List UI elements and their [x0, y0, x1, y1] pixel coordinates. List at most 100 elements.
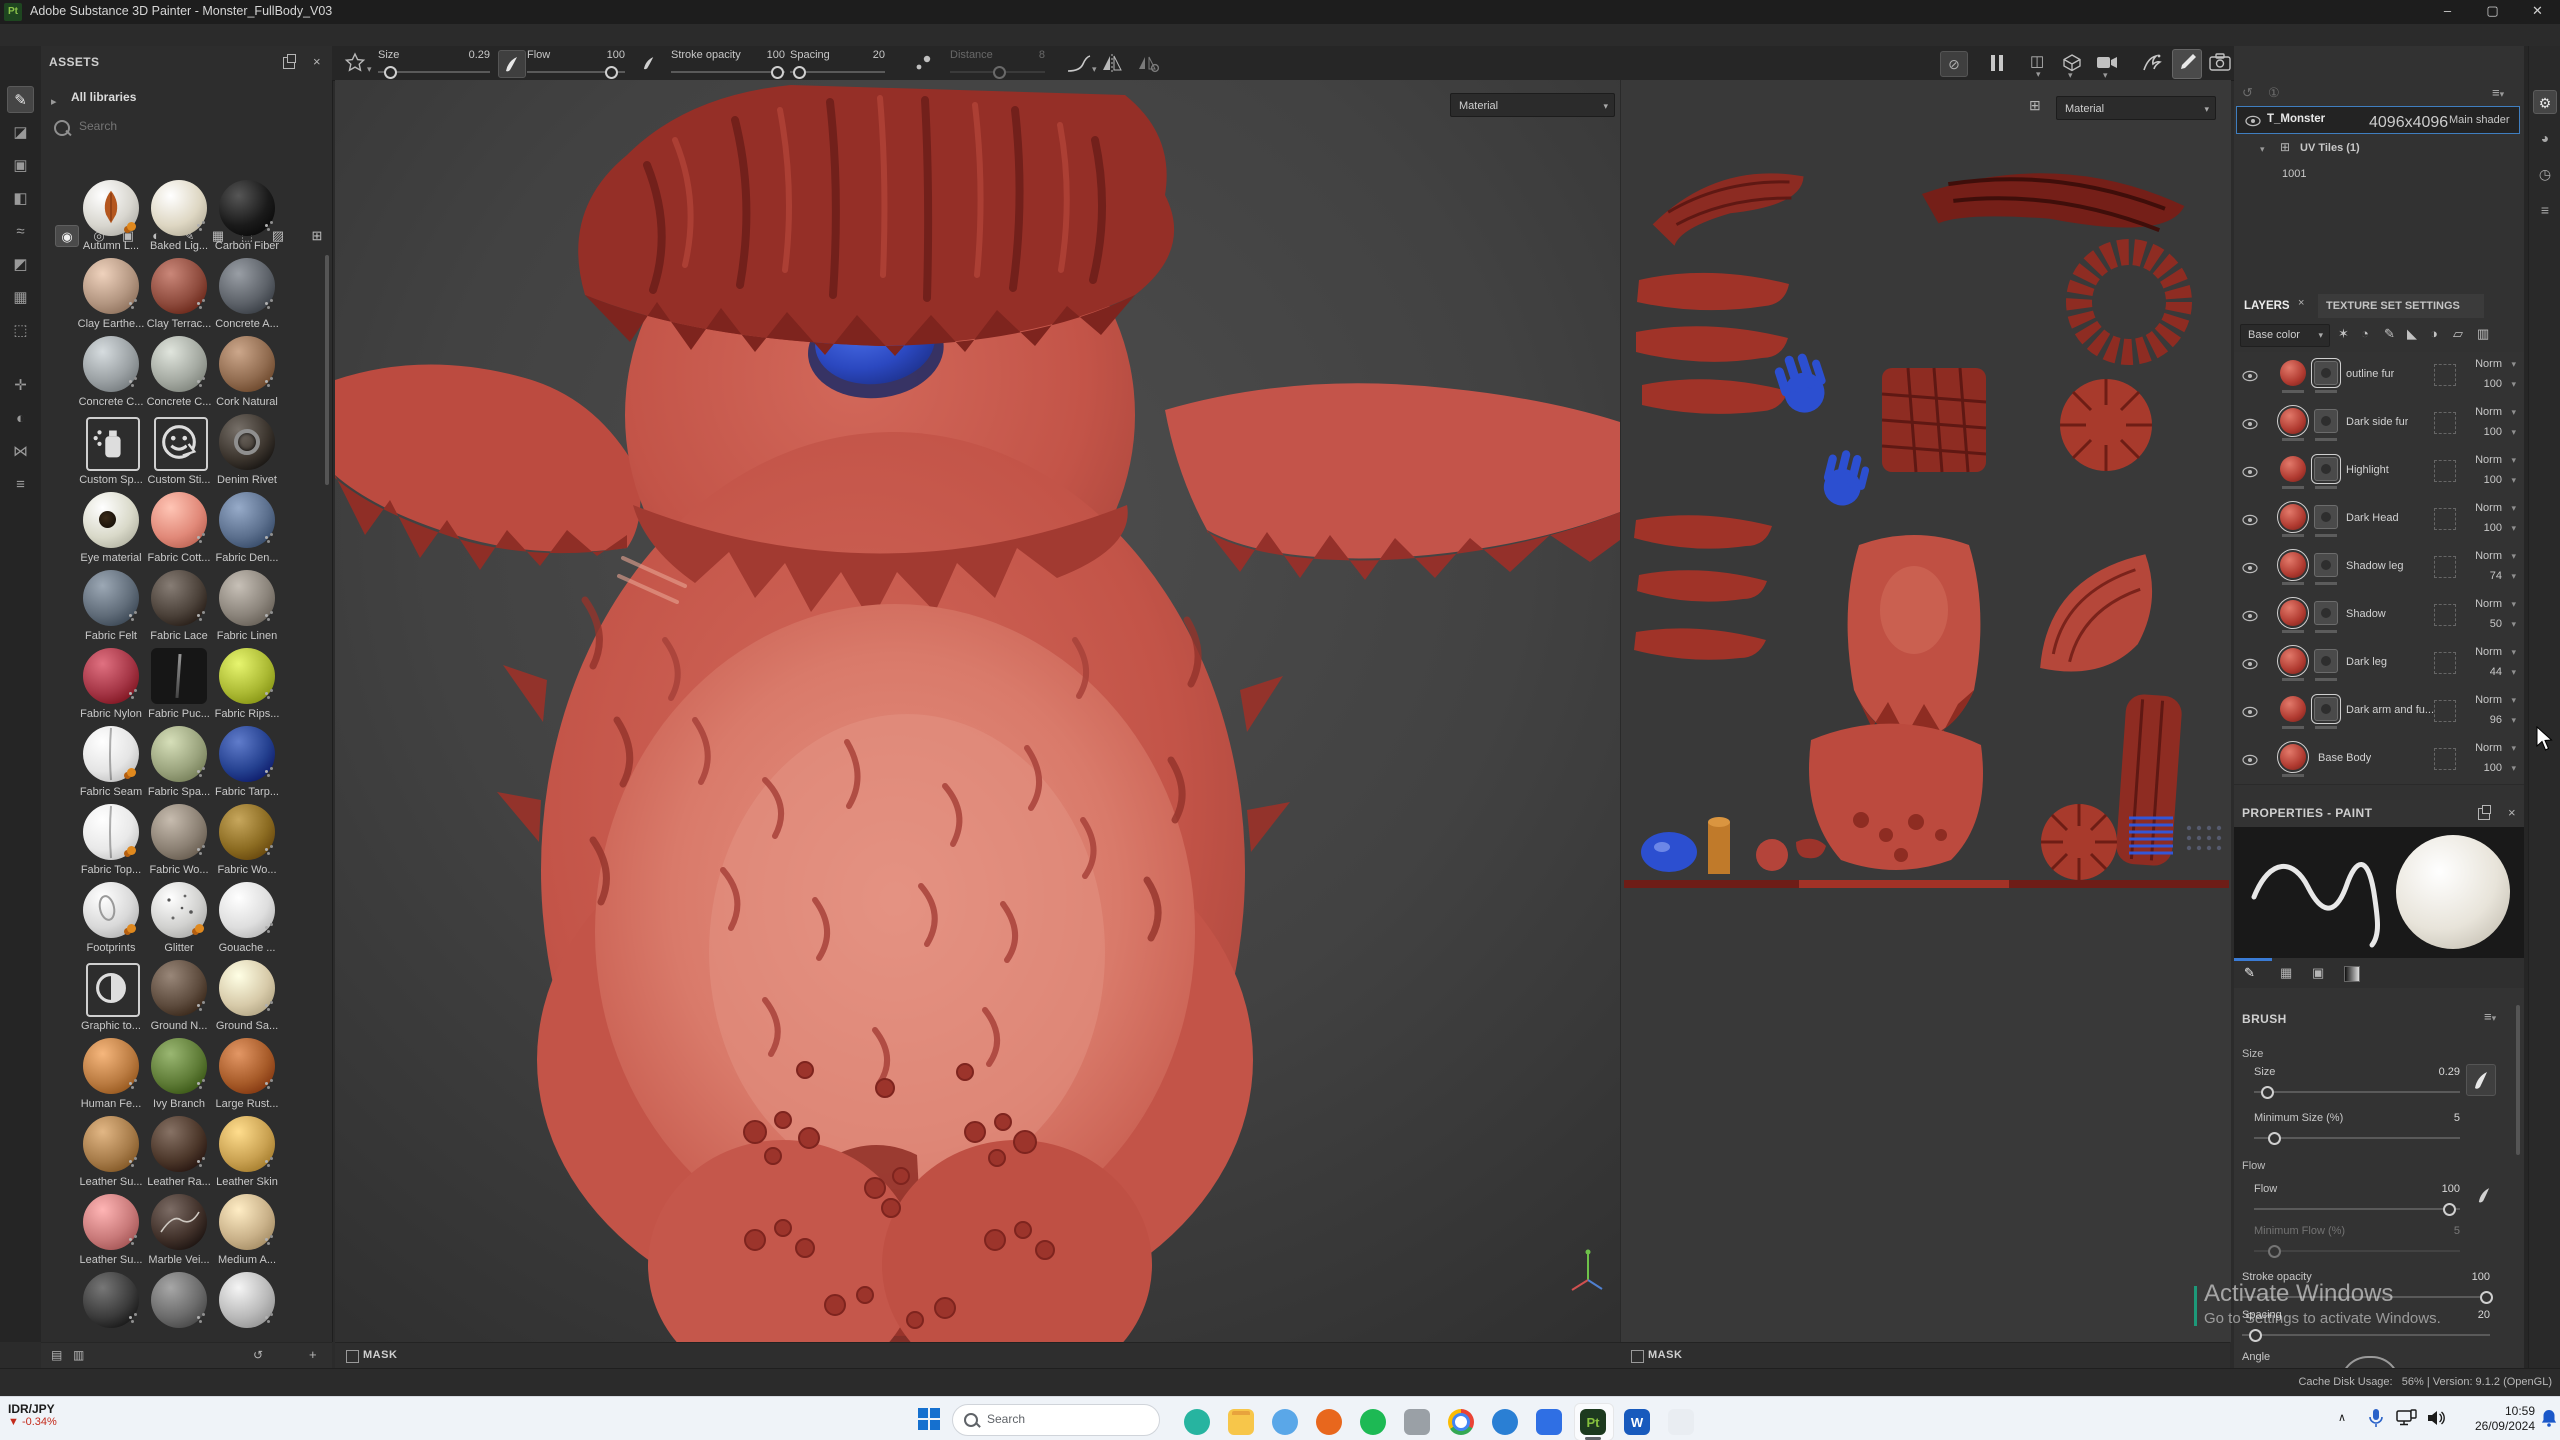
layer-opacity[interactable]: 100 — [2484, 522, 2502, 534]
eraser-tool[interactable]: ◪ — [7, 119, 34, 146]
visibility-eye-icon[interactable] — [2242, 369, 2258, 387]
add-paint-layer-icon[interactable]: ✎ — [2384, 326, 2395, 342]
close-icon[interactable]: × — [2298, 298, 2304, 309]
prop-slider-spacing[interactable]: Spacing20 — [2234, 1309, 2524, 1349]
layer-blend-mode[interactable]: Norm — [2475, 742, 2502, 754]
layer-mask-thumb[interactable] — [2314, 409, 2338, 433]
prop-slider-minimum-size-[interactable]: Minimum Size (%)5 — [2234, 1112, 2524, 1152]
network-icon[interactable] — [2396, 1409, 2418, 1432]
toolbar-slider-spacing[interactable]: Spacing20 — [790, 47, 885, 79]
asset-thumb[interactable] — [83, 1272, 139, 1328]
layer-row[interactable]: Shadow legNorm▾74▾ — [2234, 544, 2524, 593]
taskbar-app-snipping-tool[interactable] — [1400, 1405, 1434, 1439]
add-fill-layer-icon[interactable]: ◣ — [2407, 326, 2417, 342]
asset-fabric-den-[interactable] — [219, 492, 275, 548]
layer-opacity[interactable]: 50 — [2490, 618, 2502, 630]
close-icon[interactable]: × — [313, 55, 321, 68]
tray-clock[interactable]: 10:59 26/09/2024 — [2455, 1404, 2535, 1434]
layer-row[interactable]: outline furNorm▾100▾ — [2234, 352, 2524, 401]
asset-marble-vei-[interactable] — [151, 1194, 207, 1250]
layer-opacity[interactable]: 74 — [2490, 570, 2502, 582]
geometry-mask-tool[interactable]: ▦ — [7, 284, 34, 311]
notification-bell-icon[interactable] — [2540, 1408, 2558, 1433]
asset-thumb[interactable] — [219, 1272, 275, 1328]
asset-baked-lig-[interactable] — [151, 180, 207, 236]
asset-ground-sa-[interactable] — [219, 960, 275, 1016]
asset-leather-skin[interactable] — [219, 1116, 275, 1172]
display-settings-tool[interactable]: ≡ — [7, 471, 34, 498]
layer-row[interactable]: Base BodyNorm▾100▾ — [2234, 736, 2524, 785]
shading-mode-dropdown-3d[interactable]: Material▾ — [1450, 93, 1615, 117]
layer-opacity[interactable]: 100 — [2484, 762, 2502, 774]
asset-human-fe-[interactable] — [83, 1038, 139, 1094]
layer-blend-mode[interactable]: Norm — [2475, 502, 2502, 514]
camera-view-icon[interactable]: ▾ — [2096, 55, 2118, 75]
prop-slider-minimum-flow-[interactable]: Minimum Flow (%)5 — [2234, 1225, 2524, 1265]
mask-checkbox-2d[interactable] — [1631, 1350, 1644, 1363]
asset-custom-sti-[interactable] — [154, 417, 208, 471]
speaker-icon[interactable] — [2426, 1409, 2446, 1432]
visibility-eye-icon[interactable] — [2242, 513, 2258, 531]
prop-slider-stroke-opacity[interactable]: Stroke opacity100 — [2234, 1271, 2524, 1311]
asset-concrete-a-[interactable] — [219, 258, 275, 314]
pause-engine-button[interactable] — [1991, 55, 2003, 71]
add-asset-icon[interactable]: + — [309, 1348, 317, 1361]
uv-grid-toggle-icon[interactable]: ⊞ — [2029, 98, 2041, 112]
visibility-eye-icon[interactable] — [2242, 657, 2258, 675]
asset-eye-material[interactable] — [83, 492, 139, 548]
layer-opacity[interactable]: 100 — [2484, 474, 2502, 486]
layer-material-thumb[interactable] — [2280, 408, 2306, 434]
layer-row[interactable]: Dark side furNorm▾100▾ — [2234, 400, 2524, 449]
layer-material-thumb[interactable] — [2280, 504, 2306, 530]
projection-tool[interactable]: ▣ — [7, 152, 34, 179]
asset-custom-sp-[interactable] — [86, 417, 140, 471]
taskbar-app-file-explorer[interactable] — [1224, 1405, 1258, 1439]
chevron-down-icon[interactable]: ▾ — [2260, 144, 2265, 155]
section-options-icon[interactable]: ≡▾ — [2484, 1010, 2496, 1023]
add-effect-icon[interactable]: ◑ — [2430, 326, 2438, 341]
refresh-shelf-icon[interactable]: ↺ — [253, 1349, 263, 1361]
asset-denim-rivet[interactable] — [219, 414, 275, 470]
layer-mask-thumb[interactable] — [2314, 553, 2338, 577]
layer-row[interactable]: ShadowNorm▾50▾ — [2234, 592, 2524, 641]
layer-mask-thumb[interactable] — [2314, 697, 2338, 721]
prop-slider-flow[interactable]: Flow100 — [2234, 1183, 2524, 1223]
asset-fabric-wo-[interactable] — [151, 804, 207, 860]
asset-thumb[interactable] — [151, 1272, 207, 1328]
close-icon[interactable]: × — [2508, 806, 2516, 819]
camera-cube-icon[interactable]: ▾ — [2062, 53, 2082, 77]
layer-material-thumb[interactable] — [2280, 696, 2306, 722]
falloff-curve-button[interactable]: ▾ — [1066, 52, 1092, 79]
asset-gouache-[interactable] — [219, 882, 275, 938]
taskbar-app-notepad[interactable] — [1664, 1405, 1698, 1439]
shelf-view-icon[interactable]: ▤ — [51, 1349, 62, 1361]
library-filter[interactable]: All libraries — [71, 90, 136, 104]
layer-blend-mode[interactable]: Norm — [2475, 550, 2502, 562]
layer-mask-thumb[interactable] — [2314, 505, 2338, 529]
layer-material-thumb[interactable] — [2280, 600, 2306, 626]
toolbar-slider-distance[interactable]: Distance8 — [950, 47, 1045, 79]
asset-clay-earthe-[interactable] — [83, 258, 139, 314]
asset-concrete-c-[interactable] — [83, 336, 139, 392]
layer-blend-mode[interactable]: Norm — [2475, 694, 2502, 706]
symmetry-tool[interactable]: ⋈ — [7, 438, 34, 465]
taskbar-app-edge[interactable] — [1488, 1405, 1522, 1439]
taskbar-app-spotify[interactable] — [1356, 1405, 1390, 1439]
asset-leather-su-[interactable] — [83, 1116, 139, 1172]
assets-scrollbar[interactable] — [325, 255, 329, 485]
viewport-3d[interactable]: Material▾ — [335, 80, 1620, 1342]
asset-clay-terrac-[interactable] — [151, 258, 207, 314]
close-button[interactable]: ✕ — [2515, 0, 2560, 24]
asset-fabric-cott-[interactable] — [151, 492, 207, 548]
layer-row[interactable]: Dark legNorm▾44▾ — [2234, 640, 2524, 689]
visibility-eye-icon[interactable] — [2242, 465, 2258, 483]
shading-mode-dropdown-2d[interactable]: Material▾ — [2056, 96, 2216, 120]
asset-cork-natural[interactable] — [219, 336, 275, 392]
uv-tile-id[interactable]: 1001 — [2282, 168, 2306, 180]
taskbar-app-chrome[interactable] — [1444, 1405, 1478, 1439]
asset-leather-ra-[interactable] — [151, 1116, 207, 1172]
tab-stencil-icon[interactable]: ▣ — [2312, 966, 2324, 979]
tab-alpha-icon[interactable]: ▦ — [2280, 966, 2292, 979]
taskbar-app-firefox[interactable] — [1312, 1405, 1346, 1439]
search-input[interactable] — [77, 118, 311, 134]
